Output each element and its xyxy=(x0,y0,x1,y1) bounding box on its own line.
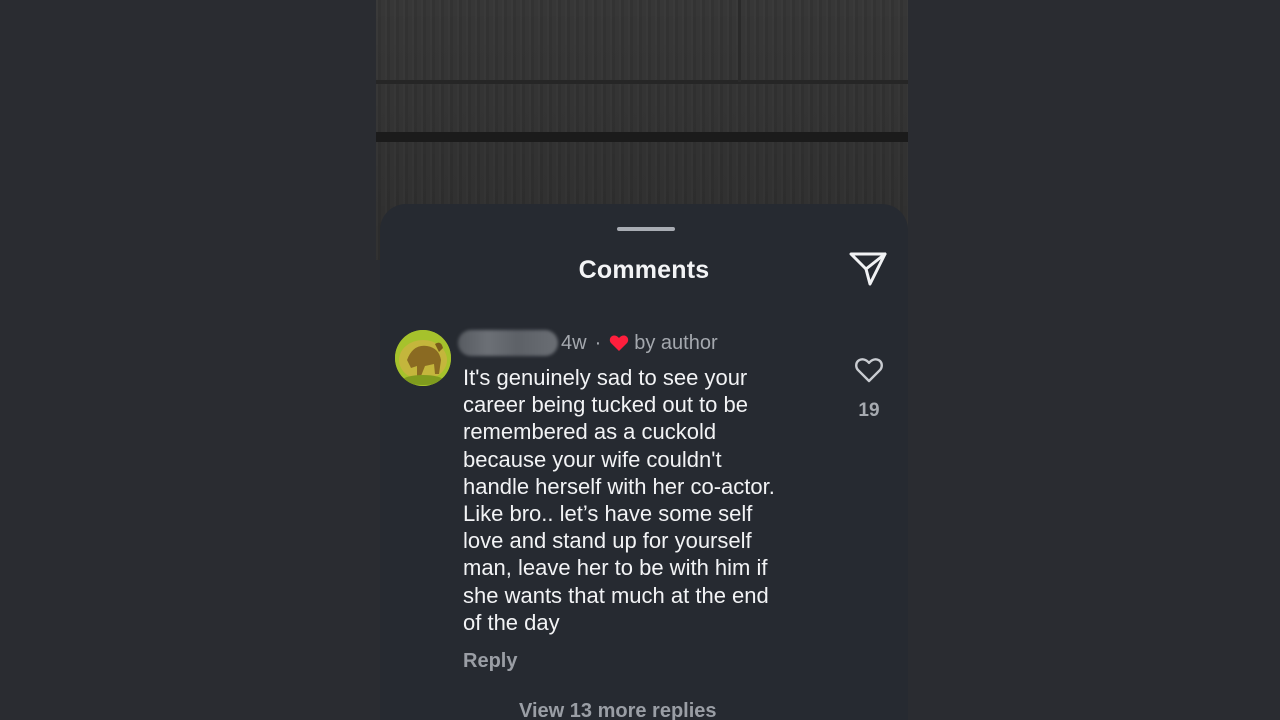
comment-time: 4w xyxy=(561,331,587,354)
reply-button[interactable]: Reply xyxy=(463,650,517,673)
comment-meta: 4w · by author xyxy=(458,330,718,356)
pavement-seam xyxy=(376,80,908,84)
like-button[interactable] xyxy=(854,356,884,384)
pavement-seam xyxy=(738,0,741,82)
meta-separator: · xyxy=(594,331,602,354)
view-more-replies-button[interactable]: View 13 more replies xyxy=(519,700,717,720)
pavement-seam xyxy=(376,132,908,142)
avatar-image xyxy=(395,330,451,386)
heart-outline-icon xyxy=(855,358,883,383)
like-count: 19 xyxy=(858,400,880,421)
comment-text: It's genuinely sad to see your career be… xyxy=(463,365,775,635)
heart-filled-icon xyxy=(610,335,629,351)
drag-handle[interactable] xyxy=(617,227,675,231)
phone-screen: Comments 4w · by author It's genuinely s… xyxy=(376,0,908,720)
liked-by-author-label: by author xyxy=(634,331,718,354)
comments-sheet: Comments 4w · by author It's genuinely s… xyxy=(380,204,908,720)
sheet-title: Comments xyxy=(578,256,710,284)
blurred-username[interactable] xyxy=(458,330,558,356)
share-button[interactable] xyxy=(848,250,888,288)
paper-plane-icon xyxy=(849,252,887,286)
avatar[interactable] xyxy=(395,330,451,386)
